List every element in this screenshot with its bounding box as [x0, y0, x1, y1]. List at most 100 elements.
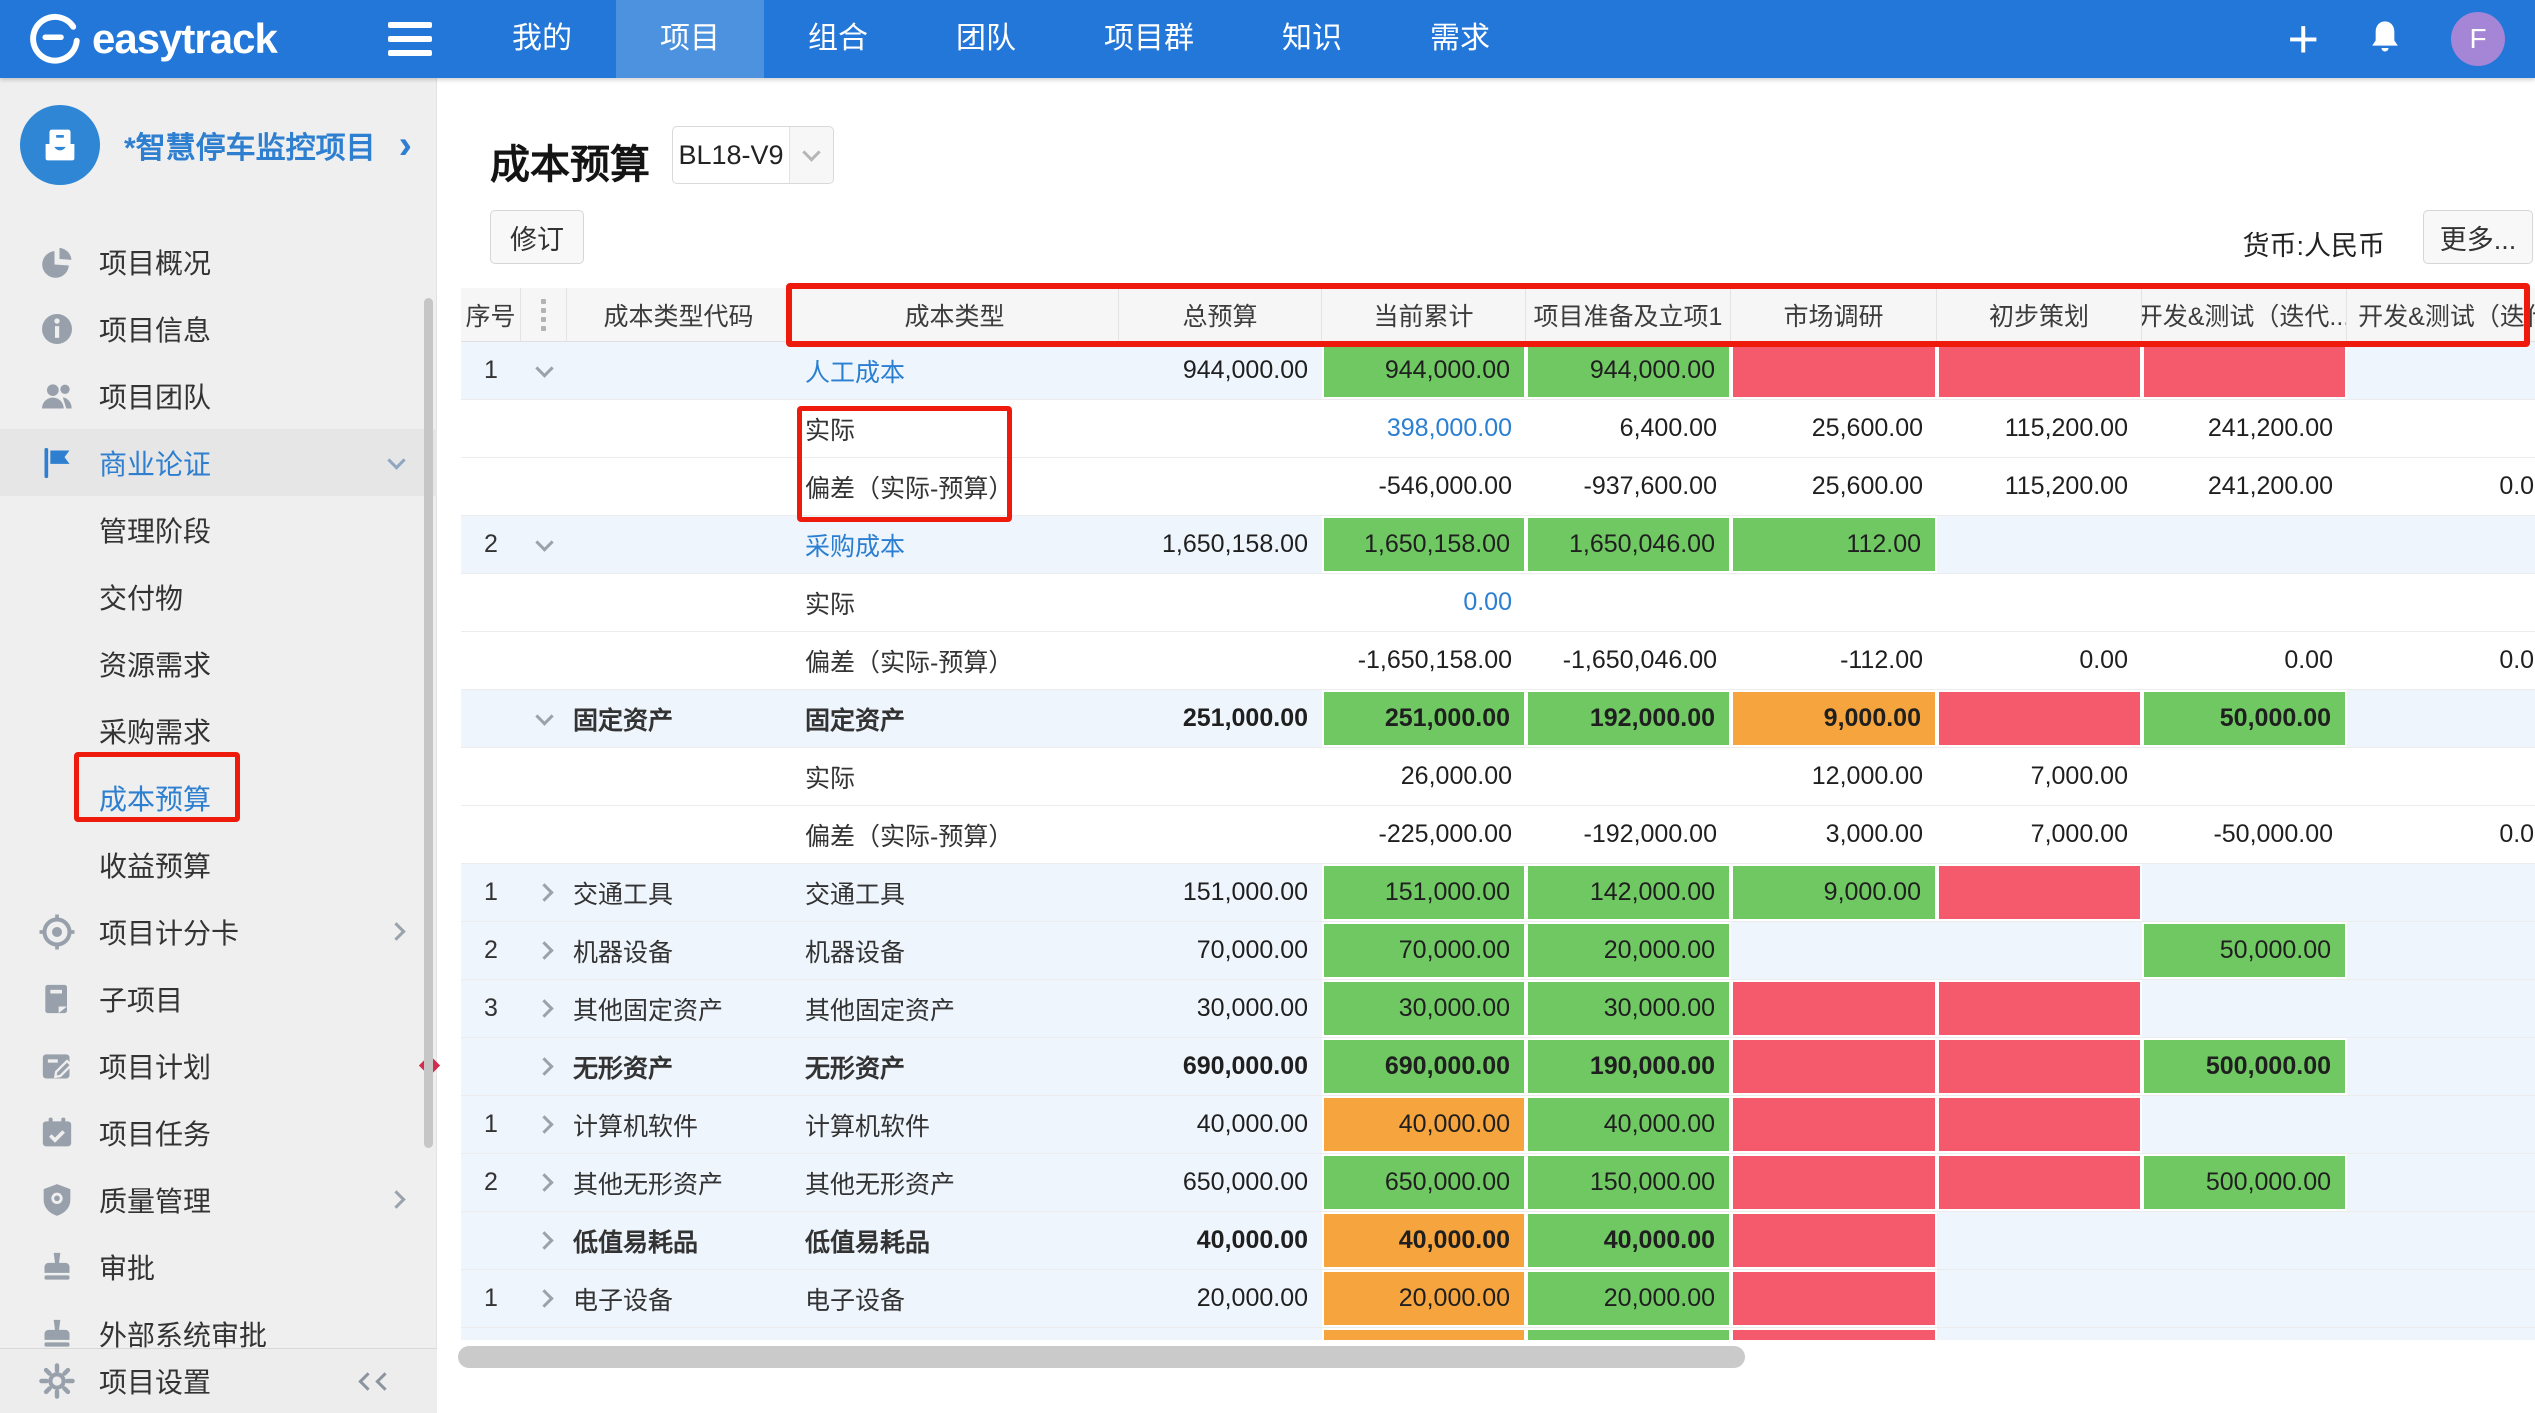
- revise-button[interactable]: 修订: [490, 210, 584, 264]
- sidebar-item-14[interactable]: 项目任务: [0, 1099, 437, 1166]
- table-row-leaf: 2其他无形资产其他无形资产650,000.00650,000.00150,000…: [461, 1154, 2535, 1212]
- cost-type-cell[interactable]: 人工成本: [791, 342, 1119, 399]
- sidebar-item-4[interactable]: 商业论证: [0, 429, 437, 496]
- sidebar-item-label: 质量管理: [99, 1180, 390, 1220]
- nav-tab-6[interactable]: 知识: [1238, 0, 1386, 78]
- cost-type-cell: 实际: [791, 400, 1119, 457]
- row-seq: 2: [461, 922, 521, 979]
- cost-type-code-cell: [567, 574, 791, 631]
- chevron-down-icon[interactable]: [387, 451, 405, 469]
- cost-type-cell[interactable]: 采购成本: [791, 516, 1119, 573]
- nav-tab-7[interactable]: 需求: [1386, 0, 1534, 78]
- nav-tab-1[interactable]: 我的: [468, 0, 616, 78]
- chevron-right-icon[interactable]: [535, 1057, 553, 1075]
- currency-label: 货币:人民币: [2242, 224, 2385, 263]
- value-cell-p2: [1731, 1096, 1937, 1153]
- nav-tab-4[interactable]: 团队: [912, 0, 1060, 78]
- bell-icon[interactable]: [2365, 17, 2405, 62]
- sidebar-item-project-settings[interactable]: 项目设置: [0, 1348, 437, 1413]
- brand-logo[interactable]: easytrack: [0, 11, 370, 67]
- sidebar-item-15[interactable]: 质量管理: [0, 1166, 437, 1233]
- sidebar-item-12[interactable]: 子项目: [0, 965, 437, 1032]
- chevron-right-icon[interactable]: [535, 1231, 553, 1249]
- value-cell-p4: 0.00: [2142, 632, 2347, 689]
- cost-type-cell: 电子设备: [791, 1270, 1119, 1327]
- value-cell-p1: [1526, 574, 1731, 631]
- chevron-right-icon[interactable]: [535, 1115, 553, 1133]
- sidebar-item-7[interactable]: 资源需求: [0, 630, 437, 697]
- row-expand-cell: [521, 864, 567, 921]
- column-options-icon[interactable]: [541, 299, 546, 331]
- row-seq: [461, 632, 521, 689]
- row-expand-cell: [521, 1154, 567, 1211]
- sidebar-item-10[interactable]: 收益预算: [0, 831, 437, 898]
- chevron-right-icon[interactable]: [535, 999, 553, 1017]
- sidebar-item-13[interactable]: 项目计划: [0, 1032, 437, 1099]
- horizontal-scrollbar[interactable]: [458, 1346, 1745, 1368]
- project-chevron-right-icon[interactable]: ›: [399, 123, 412, 168]
- chevron-right-icon[interactable]: [535, 1173, 553, 1191]
- row-seq: [461, 748, 521, 805]
- hamburger-icon[interactable]: [388, 22, 432, 56]
- value-cell-p1: 1,650,046.00: [1526, 516, 1731, 573]
- user-avatar[interactable]: F: [2451, 12, 2505, 66]
- sidebar-item-6[interactable]: 交付物: [0, 563, 437, 630]
- nav-tab-5[interactable]: 项目群: [1060, 0, 1238, 78]
- cost-type-code-cell: 机器设备: [567, 922, 791, 979]
- chevron-down-icon[interactable]: [535, 533, 553, 551]
- value-cell-p5: [2347, 1096, 2535, 1153]
- value-cell-p3: [1937, 342, 2142, 399]
- collapse-sidebar-icon[interactable]: [361, 1375, 391, 1388]
- cost-type-cell: 偏差（实际-预算）: [791, 458, 1119, 515]
- chevron-down-icon[interactable]: [535, 359, 553, 377]
- column-header-dots: [521, 288, 567, 341]
- subproject-icon: [35, 977, 79, 1021]
- chevron-right-icon[interactable]: [387, 922, 405, 940]
- table-row-actual: 实际0.00: [461, 574, 2535, 632]
- value-cell-p2: -112.00: [1731, 632, 1937, 689]
- sidebar-item-8[interactable]: 采购需求: [0, 697, 437, 764]
- nav-tabs: 我的项目组合团队项目群知识需求: [468, 0, 1534, 78]
- row-seq: [461, 400, 521, 457]
- value-cell-p4: 50,000.00: [2142, 690, 2347, 747]
- chevron-right-icon[interactable]: [535, 883, 553, 901]
- version-select[interactable]: BL18-V9: [672, 126, 834, 184]
- value-cell-p1: 192,000.00: [1526, 690, 1731, 747]
- value-cell-budget: 20,000.00: [1119, 1270, 1322, 1327]
- value-cell-current: 944,000.00: [1322, 342, 1526, 399]
- sidebar-item-11[interactable]: 项目计分卡: [0, 898, 437, 965]
- row-expand-cell: [521, 922, 567, 979]
- value-cell-current: 690,000.00: [1322, 1038, 1526, 1095]
- sidebar-item-label: 采购需求: [99, 711, 437, 751]
- chevron-right-icon[interactable]: [535, 1289, 553, 1307]
- nav-tab-3[interactable]: 组合: [764, 0, 912, 78]
- value-cell-p3: [1937, 574, 2142, 631]
- plus-icon[interactable]: +: [2287, 12, 2319, 66]
- sidebar-item-1[interactable]: 项目概况: [0, 228, 437, 295]
- chevron-right-icon[interactable]: [387, 1190, 405, 1208]
- column-header-p5: 开发&测试（迭代: [2347, 288, 2535, 341]
- sidebar-item-9[interactable]: 成本预算: [0, 764, 437, 831]
- sidebar-item-3[interactable]: 项目团队: [0, 362, 437, 429]
- table-row-leaf: 3其他固定资产其他固定资产30,000.0030,000.0030,000.00: [461, 980, 2535, 1038]
- nav-actions: + F: [2287, 12, 2535, 66]
- sidebar-scrollbar[interactable]: [424, 298, 433, 1148]
- project-header[interactable]: *智慧停车监控项目 ›: [0, 78, 436, 212]
- value-cell-p4: [2142, 574, 2347, 631]
- value-cell-budget: [1119, 632, 1322, 689]
- value-cell-p2: [1731, 922, 1937, 979]
- value-cell-p3: 7,000.00: [1937, 748, 2142, 805]
- chevron-down-icon[interactable]: [535, 707, 553, 725]
- column-header-p2: 市场调研: [1731, 288, 1937, 341]
- sidebar-item-5[interactable]: 管理阶段: [0, 496, 437, 563]
- nav-tab-2[interactable]: 项目: [616, 0, 764, 78]
- sidebar-item-2[interactable]: 项目信息: [0, 295, 437, 362]
- table-row-variance: 偏差（实际-预算）-225,000.00-192,000.003,000.007…: [461, 806, 2535, 864]
- sidebar-item-16[interactable]: 审批: [0, 1233, 437, 1300]
- chevron-right-icon[interactable]: [535, 941, 553, 959]
- sidebar-item-label: 项目计分卡: [99, 912, 390, 952]
- value-cell-current: 251,000.00: [1322, 690, 1526, 747]
- cost-type-code-cell: 计算机软件: [567, 1096, 791, 1153]
- more-button[interactable]: 更多...: [2423, 210, 2533, 264]
- value-cell-p2: [1731, 1328, 1937, 1340]
